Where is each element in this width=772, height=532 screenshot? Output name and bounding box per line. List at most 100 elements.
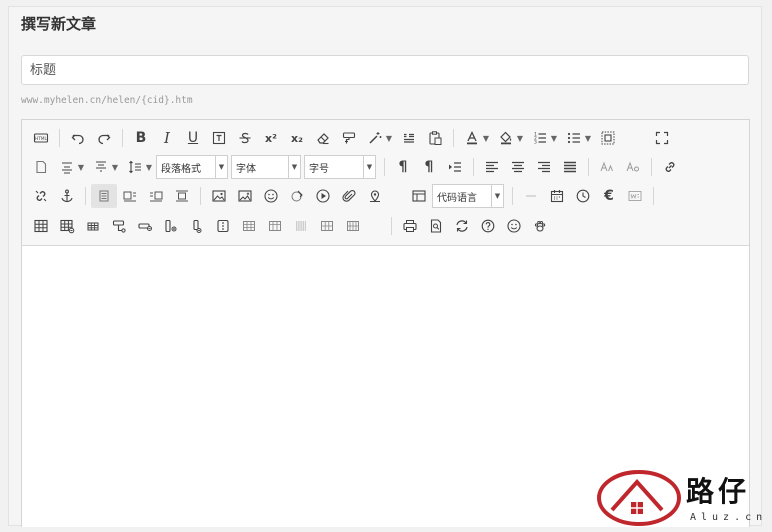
font-size-select[interactable]: 字号 ▼	[304, 155, 376, 179]
insert-link-button[interactable]	[657, 155, 683, 179]
emotion-button[interactable]	[258, 184, 284, 208]
insert-multiple-images-button[interactable]	[232, 184, 258, 208]
insert-row-button[interactable]	[106, 214, 132, 238]
image-center-icon	[176, 190, 188, 202]
line-height-dropdown[interactable]: ▼	[144, 155, 154, 179]
uppercase-button[interactable]	[594, 155, 620, 179]
auto-format-dropdown[interactable]: ▼	[384, 126, 394, 150]
word-image-icon	[628, 191, 642, 201]
align-justify-button[interactable]	[557, 155, 583, 179]
merge-right-icon	[243, 221, 255, 231]
insert-map-button[interactable]	[362, 184, 388, 208]
undo-icon	[71, 134, 84, 145]
blockquote-button[interactable]	[396, 126, 422, 150]
lowercase-button[interactable]	[620, 155, 646, 179]
paragraph-spacing-top-dropdown[interactable]: ▼	[76, 155, 86, 179]
image-float-right-button[interactable]	[143, 184, 169, 208]
image-float-none-button[interactable]	[91, 184, 117, 208]
select-all-button[interactable]	[595, 126, 621, 150]
horizontal-rule-button[interactable]	[518, 184, 544, 208]
highlight-color-dropdown[interactable]: ▼	[515, 126, 525, 150]
merge-right-button[interactable]	[236, 214, 262, 238]
superscript-button[interactable]: x²	[258, 126, 284, 150]
insert-image-button[interactable]	[206, 184, 232, 208]
code-language-select[interactable]: 代码语言 ▼	[432, 184, 504, 208]
search-replace-button[interactable]	[449, 214, 475, 238]
indent-icon	[449, 162, 461, 172]
paste-text-button[interactable]	[422, 126, 448, 150]
delete-row-button[interactable]	[132, 214, 158, 238]
indent-button[interactable]	[442, 155, 468, 179]
merge-cells-button[interactable]	[210, 214, 236, 238]
insert-paragraph-before-table-button[interactable]	[80, 214, 106, 238]
format-painter-button[interactable]	[336, 126, 362, 150]
insert-video-button[interactable]	[310, 184, 336, 208]
scrawl-button[interactable]	[284, 184, 310, 208]
undo-button[interactable]	[65, 126, 91, 150]
attachment-button[interactable]	[336, 184, 362, 208]
wordimage-button[interactable]	[622, 184, 648, 208]
insert-date-button[interactable]	[544, 184, 570, 208]
fullscreen-button[interactable]	[649, 126, 675, 150]
insert-time-button[interactable]	[570, 184, 596, 208]
text-border-button[interactable]	[206, 126, 232, 150]
underline-button[interactable]: U	[180, 126, 206, 150]
paragraph-format-value: 段落格式	[161, 163, 201, 175]
text-color-dropdown[interactable]: ▼	[481, 126, 491, 150]
split-to-cols-button[interactable]	[314, 214, 340, 238]
delete-column-button[interactable]	[184, 214, 210, 238]
paw-icon	[534, 221, 546, 232]
align-right-button[interactable]	[531, 155, 557, 179]
template-button[interactable]	[406, 184, 432, 208]
align-left-button[interactable]	[479, 155, 505, 179]
new-document-button[interactable]	[28, 155, 54, 179]
font-family-select[interactable]: 字体 ▼	[231, 155, 301, 179]
toolbar-row-1: HTML B I U x² x₂ ▼ ▼ ▼ 1 2 3 ▼ ▼	[28, 125, 675, 151]
unordered-list-dropdown[interactable]: ▼	[583, 126, 593, 150]
redo-button[interactable]	[91, 126, 117, 150]
subscript-button[interactable]: x₂	[284, 126, 310, 150]
special-chars-button[interactable]: €	[596, 184, 622, 208]
permalink-preview: www.myhelen.cn/helen/{cid}.htm	[21, 95, 193, 106]
image-center-button[interactable]	[169, 184, 195, 208]
direction-rtl-button[interactable]: ¶	[416, 155, 442, 179]
insert-table-button[interactable]	[28, 214, 54, 238]
direction-ltr-button[interactable]: ¶	[390, 155, 416, 179]
insert-column-button[interactable]	[158, 214, 184, 238]
unlink-button[interactable]	[28, 184, 54, 208]
search-replace-icon	[456, 220, 468, 232]
delete-table-button[interactable]	[54, 214, 80, 238]
post-editor-card: 撰写新文章 www.myhelen.cn/helen/{cid}.htm HTM…	[8, 6, 762, 527]
map-pin-icon	[370, 190, 380, 202]
preview-button[interactable]	[423, 214, 449, 238]
help-button[interactable]	[475, 214, 501, 238]
horizontal-rule-icon	[526, 195, 536, 197]
emoji-button[interactable]	[501, 214, 527, 238]
paragraph-format-select[interactable]: 段落格式 ▼	[156, 155, 228, 179]
split-to-cells-button[interactable]	[340, 214, 366, 238]
euro-icon: €	[604, 188, 614, 204]
source-code-button[interactable]: HTML	[28, 126, 54, 150]
align-left-icon	[486, 161, 498, 173]
chevron-down-icon: ▼	[215, 156, 227, 178]
eraser-icon	[317, 133, 329, 145]
align-center-button[interactable]	[505, 155, 531, 179]
image-float-left-button[interactable]	[117, 184, 143, 208]
ordered-list-dropdown[interactable]: ▼	[549, 126, 559, 150]
merge-down-button[interactable]	[262, 214, 288, 238]
strikethrough-button[interactable]	[232, 126, 258, 150]
toolbar-separator	[384, 158, 385, 176]
print-button[interactable]	[397, 214, 423, 238]
paw-button[interactable]	[527, 214, 553, 238]
clear-format-button[interactable]	[310, 126, 336, 150]
table-small-icon	[87, 222, 99, 231]
split-to-rows-button[interactable]	[288, 214, 314, 238]
anchor-button[interactable]	[54, 184, 80, 208]
italic-button[interactable]: I	[154, 126, 180, 150]
paragraph-spacing-bottom-dropdown[interactable]: ▼	[110, 155, 120, 179]
title-input[interactable]	[21, 55, 749, 85]
bold-button[interactable]: B	[128, 126, 154, 150]
align-center-icon	[512, 161, 524, 173]
watermark-brand: 路仔	[686, 475, 751, 508]
chevron-down-icon: ▼	[363, 156, 375, 178]
